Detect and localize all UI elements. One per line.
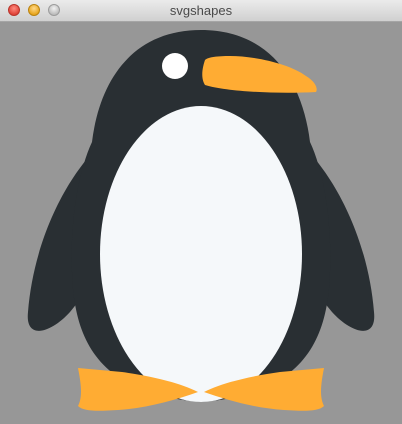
penguin-eye xyxy=(162,53,188,79)
svg-canvas-area xyxy=(0,22,402,424)
title-bar[interactable]: svgshapes xyxy=(0,0,402,22)
penguin-beak xyxy=(202,56,317,93)
penguin-drawing xyxy=(27,30,375,411)
app-window: svgshapes xyxy=(0,0,402,424)
window-title: svgshapes xyxy=(169,3,233,18)
penguin-belly xyxy=(100,106,302,402)
